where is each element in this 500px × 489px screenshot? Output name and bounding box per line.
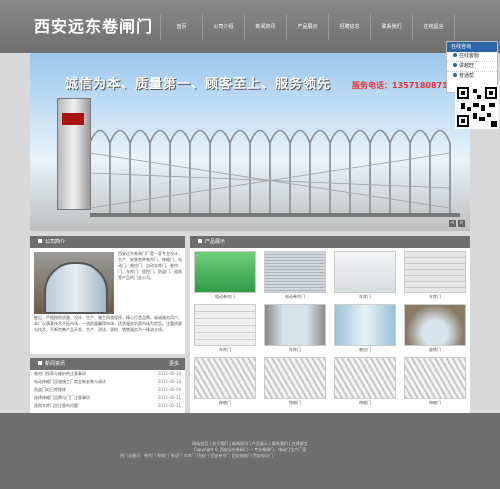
news-item[interactable]: 卷帘门保养与维护的注意事项 2015-06-19: [34, 370, 181, 378]
company-intro-text-continued: 能见，严格按照质量、设计、生产、施工四道程序，精心打造品牌，诚诚服务用户。本厂以…: [34, 315, 182, 332]
company-intro-text: 西安远东卷闸门厂是一家专业设计、生产、安装各种卷帘门、伸缩门、电动门、感应门、自…: [118, 251, 182, 280]
product-card[interactable]: 伸缩门: [334, 357, 396, 407]
banner-slogan: 诚信为本、质量第一、顾客至上、服务领先: [65, 77, 332, 92]
product-caption[interactable]: 车库门: [334, 293, 396, 301]
news-item[interactable]: 防盗门的日常维修 2015-06-06: [34, 386, 181, 394]
product-grid: 电动卷帘门 电动卷帘门 车库门 车库门 车库门 车库门 感应门 旋转门 伸缩门 伸缩门 伸缩门 伸缩门: [194, 251, 466, 407]
product-card[interactable]: 电动卷帘门: [194, 251, 256, 301]
qr-code-icon: [455, 85, 499, 129]
product-image[interactable]: [404, 304, 466, 346]
nav-message[interactable]: 在线留言: [413, 14, 454, 40]
nav-jobs[interactable]: 招聘信息: [329, 14, 370, 40]
online-service-title: 在线咨询: [447, 42, 497, 52]
bullet-icon: [38, 239, 42, 243]
nav-contact[interactable]: 联系我们: [371, 14, 412, 40]
banner-phone: 服务电话：13571808712: [352, 81, 454, 90]
product-card[interactable]: 车库门: [264, 304, 326, 354]
news-panel: 新闻资讯 更多 卷帘门保养与维护的注意事项 2015-06-19 电动伸缩门设施施工…: [30, 358, 185, 414]
products-panel: 产品展示 电动卷帘门 电动卷帘门 车库门 车库门 车库门 车库门 感应门 旋转门 伸缩门 伸缩门伸…: [190, 236, 470, 414]
company-photo: [34, 252, 114, 314]
nav-about[interactable]: 公司介绍: [203, 14, 244, 40]
product-caption[interactable]: 车库门: [404, 293, 466, 301]
product-caption[interactable]: 伸缩门: [404, 399, 466, 407]
product-image[interactable]: [264, 251, 326, 293]
product-caption[interactable]: 电动卷帘门: [194, 293, 256, 301]
company-intro-title: 公司简介: [30, 236, 185, 248]
product-image[interactable]: [404, 251, 466, 293]
news-title: 新闻资讯 更多: [30, 358, 185, 370]
online-dot-icon: [453, 53, 457, 57]
product-image[interactable]: [264, 304, 326, 346]
header: 西安远东卷闸门 首页 公司介绍 新闻资讯 产品展示 招聘信息 联系我们 在线留言: [0, 0, 500, 53]
bullet-icon: [198, 239, 202, 243]
banner-next-button[interactable]: >: [458, 220, 465, 227]
qq-icon: [453, 73, 457, 77]
product-image[interactable]: [334, 251, 396, 293]
product-card[interactable]: 伸缩门: [404, 357, 466, 407]
bullet-icon: [38, 361, 42, 365]
gate-machine-image: [57, 98, 91, 210]
retractable-gate-image: [90, 129, 460, 217]
product-image[interactable]: [194, 251, 256, 293]
product-card[interactable]: 伸缩门: [194, 357, 256, 407]
footer: 网站首页 | 关于我们 | 新闻资讯 | 产品展示 | 联系我们 | 在线留言 …: [0, 413, 500, 489]
product-image[interactable]: [264, 357, 326, 399]
product-caption[interactable]: 伸缩门: [334, 399, 396, 407]
news-more-link[interactable]: 更多: [169, 358, 179, 370]
product-image[interactable]: [334, 304, 396, 346]
product-caption[interactable]: 伸缩门: [194, 399, 256, 407]
online-label: 在线客服: [447, 52, 497, 61]
main-nav: 首页 公司介绍 新闻资讯 产品展示 招聘信息 联系我们 在线留言: [160, 14, 455, 40]
product-image[interactable]: [334, 357, 396, 399]
nav-home[interactable]: 首页: [161, 14, 202, 40]
product-card[interactable]: 车库门: [404, 251, 466, 301]
product-image[interactable]: [194, 357, 256, 399]
site-logo[interactable]: 西安远东卷闸门: [34, 13, 153, 37]
product-card[interactable]: 电动卷帘门: [264, 251, 326, 301]
product-card[interactable]: 车库门: [334, 251, 396, 301]
products-title: 产品展示: [190, 236, 470, 248]
news-item[interactable]: 选择伸缩门品牌与门厂注意事项 2015-06-11: [34, 394, 181, 402]
product-caption[interactable]: 旋转门: [404, 346, 466, 354]
product-caption[interactable]: 伸缩门: [264, 399, 326, 407]
product-caption[interactable]: 电动卷帘门: [264, 293, 326, 301]
product-caption[interactable]: 车库门: [264, 346, 326, 354]
product-card[interactable]: 车库门: [194, 304, 256, 354]
nav-products[interactable]: 产品展示: [287, 14, 328, 40]
product-card[interactable]: 伸缩门: [264, 357, 326, 407]
qq-icon: [453, 63, 457, 67]
news-item[interactable]: 选购车库门应注意的问题 2015-05-11: [34, 402, 181, 410]
banner-slider[interactable]: 诚信为本、质量第一、顾客至上、服务领先 服务电话：13571808712 < >: [30, 53, 470, 231]
product-caption[interactable]: 车库门: [194, 346, 256, 354]
product-card[interactable]: 旋转门: [404, 304, 466, 354]
footer-keywords: 热门关键词：卷帘门 伸缩门 电动门 车库门 防盗门 西安卷帘门 西安伸缩门 西安…: [120, 453, 273, 458]
nav-news[interactable]: 新闻资讯: [245, 14, 286, 40]
news-item[interactable]: 电动伸缩门设施施工厂商全新安装与调试 2015-06-19: [34, 378, 181, 386]
banner-prev-button[interactable]: <: [449, 220, 456, 227]
company-intro-panel: 公司简介 西安远东卷闸门厂是一家专业设计、生产、安装各种卷帘门、伸缩门、电动门、…: [30, 236, 185, 354]
product-image[interactable]: [404, 357, 466, 399]
qq-contact-2[interactable]: 普通帮: [447, 71, 497, 81]
product-image[interactable]: [194, 304, 256, 346]
product-card[interactable]: 感应门: [334, 304, 396, 354]
qq-contact-1[interactable]: 讲越旺: [447, 61, 497, 71]
product-caption[interactable]: 感应门: [334, 346, 396, 354]
